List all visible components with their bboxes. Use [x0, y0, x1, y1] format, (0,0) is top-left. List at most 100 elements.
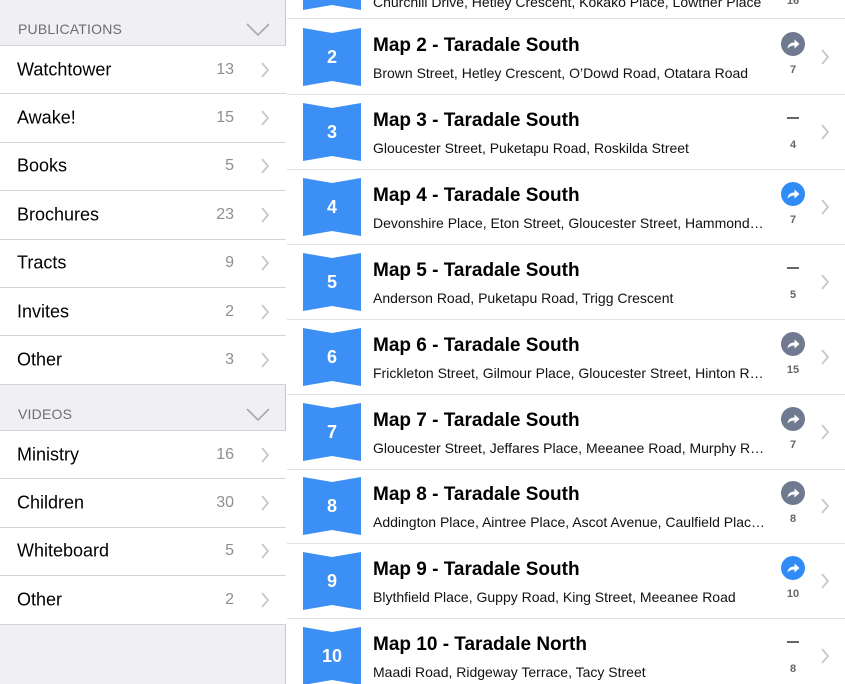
share-arrow-icon[interactable] — [781, 181, 805, 206]
sidebar-item-brochures[interactable]: Brochures 23 — [0, 191, 286, 240]
map-title: Map 10 - Taradale North — [373, 634, 587, 656]
sidebar-item-label: Watchtower — [17, 59, 112, 80]
sidebar-item-label: Other — [17, 349, 63, 370]
chevron-right-icon — [821, 49, 830, 65]
chevron-right-icon — [261, 304, 270, 320]
map-count: 5 — [789, 288, 797, 301]
map-row[interactable]: 2 Map 2 - Taradale South Brown Street, Het… — [287, 20, 845, 95]
share-arrow-icon[interactable] — [781, 331, 805, 356]
map-streets: Gloucester Street, Jeffares Place, Meean… — [373, 439, 765, 456]
map-list[interactable]: Churchill Drive, Hetley Crescent, Kokako… — [287, 0, 845, 684]
sidebar-item-label: Children — [17, 492, 85, 513]
map-count: 7 — [789, 438, 797, 451]
sidebar-item-label: Other — [17, 589, 63, 610]
share-arrow-icon[interactable] — [781, 556, 805, 581]
map-badge: 4 — [303, 177, 361, 236]
collapse-chevron-icon[interactable] — [246, 408, 270, 422]
videos-section-header[interactable]: VIDEOS — [0, 393, 286, 431]
sidebar-item-count: 13 — [216, 60, 234, 78]
map-row[interactable]: 7 Map 7 - Taradale South Gloucester Street… — [287, 395, 845, 470]
publications-list: Watchtower 13 Awake! 15 Books 5 Brochure… — [0, 45, 286, 385]
sidebar-item-books[interactable]: Books 5 — [0, 143, 286, 192]
map-title: Map 3 - Taradale South — [373, 109, 580, 131]
sidebar-item-other-videos[interactable]: Other 2 — [0, 576, 286, 625]
chevron-right-icon — [821, 573, 830, 589]
sidebar: PUBLICATIONS Watchtower 13 Awake! 15 Boo… — [0, 0, 286, 684]
sidebar-item-awake[interactable]: Awake! 15 — [0, 94, 286, 143]
chevron-right-icon — [821, 274, 830, 290]
map-row[interactable]: 10 Map 10 - Taradale North Maadi Road, Rid… — [287, 619, 845, 684]
sidebar-item-label: Tracts — [17, 252, 67, 273]
sidebar-item-whiteboard[interactable]: Whiteboard 5 — [0, 528, 286, 577]
map-row[interactable]: 8 Map 8 - Taradale South Addington Place, … — [287, 469, 845, 545]
map-streets: Maadi Road, Ridgeway Terrace, Tacy Stree… — [373, 664, 646, 681]
map-badge: 2 — [303, 28, 361, 86]
map-title: Map 7 - Taradale South — [373, 409, 580, 431]
sidebar-item-ministry[interactable]: Ministry 16 — [0, 431, 286, 480]
chevron-right-icon — [821, 648, 830, 664]
map-count: 4 — [789, 138, 797, 151]
chevron-right-icon — [261, 543, 270, 560]
map-badge: 9 — [303, 552, 361, 611]
chevron-right-icon — [821, 124, 830, 140]
map-number: 2 — [326, 47, 337, 67]
map-row[interactable]: 6 Map 6 - Taradale South Frickleton Street… — [287, 320, 845, 395]
publications-header-title: PUBLICATIONS — [18, 21, 123, 37]
map-streets: Churchill Drive, Hetley Crescent, Kokako… — [373, 0, 762, 10]
map-title: Map 8 - Taradale South — [373, 484, 580, 506]
map-count: 16 — [786, 0, 800, 7]
sidebar-item-count: 2 — [225, 590, 234, 608]
sidebar-item-watchtower[interactable]: Watchtower 13 — [0, 46, 286, 95]
map-row-partial[interactable]: Churchill Drive, Hetley Crescent, Kokako… — [287, 0, 845, 19]
sidebar-item-label: Awake! — [17, 107, 76, 128]
chevron-right-icon — [261, 592, 270, 608]
map-title: Map 4 - Taradale South — [373, 184, 580, 206]
sidebar-item-label: Whiteboard — [17, 540, 110, 561]
map-row[interactable]: 3 Map 3 - Taradale South Gloucester Street… — [287, 95, 845, 170]
map-number: 9 — [326, 571, 337, 592]
map-streets: Blythfield Place, Guppy Road, King Stree… — [373, 589, 736, 606]
publications-section-header[interactable]: PUBLICATIONS — [0, 8, 286, 46]
status-dash-icon — [787, 116, 799, 119]
map-row[interactable]: 5 Map 5 - Taradale South Anderson Road, Pu… — [287, 245, 845, 320]
map-badge: 6 — [303, 327, 361, 386]
map-row[interactable]: 4 Map 4 - Taradale South Devonshire Place,… — [287, 170, 845, 245]
collapse-chevron-icon[interactable] — [246, 23, 270, 37]
chevron-right-icon — [261, 158, 270, 175]
sidebar-item-label: Brochures — [17, 204, 100, 225]
map-badge — [303, 0, 361, 10]
share-arrow-icon[interactable] — [781, 32, 805, 56]
map-number: 5 — [326, 271, 337, 292]
map-count: 8 — [789, 663, 797, 676]
sidebar-item-label: Ministry — [17, 444, 79, 465]
map-streets: Brown Street, Hetley Crescent, O’Dowd Ro… — [373, 65, 749, 81]
share-arrow-icon[interactable] — [781, 481, 805, 506]
map-row[interactable]: 9 Map 9 - Taradale South Blythfield Place,… — [287, 544, 845, 620]
sidebar-item-count: 23 — [216, 205, 234, 223]
chevron-right-icon — [261, 62, 270, 78]
sidebar-item-invites[interactable]: Invites 2 — [0, 288, 286, 337]
chevron-right-icon — [821, 498, 830, 514]
map-badge-icon — [303, 0, 361, 10]
chevron-right-icon — [261, 352, 270, 368]
sidebar-item-count: 30 — [216, 494, 234, 512]
map-number: 10 — [321, 646, 343, 667]
sidebar-item-count: 9 — [225, 254, 234, 272]
sidebar-item-count: 2 — [225, 302, 234, 320]
sidebar-item-tracts[interactable]: Tracts 9 — [0, 240, 286, 288]
map-count: 10 — [786, 588, 800, 601]
map-count: 7 — [789, 213, 797, 226]
chevron-right-icon — [261, 447, 270, 463]
chevron-right-icon — [261, 110, 270, 126]
map-badge: 10 — [303, 627, 361, 684]
sidebar-item-children[interactable]: Children 30 — [0, 479, 286, 528]
share-arrow-icon[interactable] — [781, 406, 805, 431]
videos-header-title: VIDEOS — [18, 406, 73, 422]
map-title: Map 5 - Taradale South — [373, 259, 580, 281]
map-streets: Gloucester Street, Puketapu Road, Roskil… — [373, 139, 689, 156]
sidebar-item-label: Invites — [17, 301, 70, 322]
sidebar-item-count: 16 — [216, 445, 234, 463]
chevron-right-icon — [261, 495, 270, 511]
sidebar-item-count: 3 — [225, 351, 234, 369]
sidebar-item-other-publications[interactable]: Other 3 — [0, 336, 286, 385]
